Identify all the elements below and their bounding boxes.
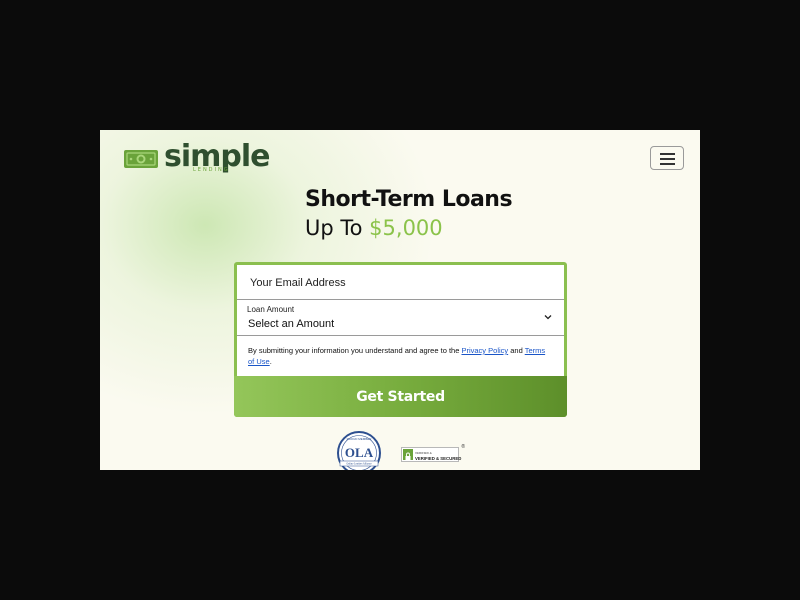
- ola-top-text: PROUD MEMBER: [347, 437, 373, 441]
- subtitle-prefix: Up To: [305, 216, 370, 240]
- terms-and-text: and: [508, 346, 525, 355]
- privacy-policy-link[interactable]: Privacy Policy: [461, 346, 508, 355]
- loan-amount-label: Loan Amount: [247, 305, 295, 314]
- ola-bottom-text: Online Lenders Alliance: [346, 463, 372, 466]
- email-field[interactable]: [248, 265, 552, 300]
- loan-form: Loan Amount Select an Amount By submitti…: [234, 262, 567, 417]
- lock-icon: [403, 449, 413, 460]
- simple-lending-logo[interactable]: simple LENDING: [123, 139, 271, 181]
- ola-text: OLA: [345, 445, 374, 460]
- loan-max-amount: $5,000: [369, 216, 443, 240]
- verified-label: VERIFIED & VERIFIED & SECURED: [415, 451, 461, 461]
- page-subtitle: Up To $5,000: [305, 216, 443, 240]
- get-started-button[interactable]: Get Started: [234, 376, 567, 417]
- registered-mark: ®: [461, 444, 465, 450]
- dollar-bill-icon: [124, 150, 158, 168]
- loan-amount-select[interactable]: Loan Amount Select an Amount: [237, 301, 564, 336]
- page-title: Short-Term Loans: [305, 187, 513, 212]
- hamburger-menu-icon-line: [660, 163, 675, 165]
- ola-member-badge[interactable]: PROUD MEMBER OLA Online Lenders Alliance: [336, 430, 382, 470]
- chevron-down-icon: [544, 315, 552, 320]
- loan-form-fields: Loan Amount Select an Amount By submitti…: [237, 265, 564, 376]
- hamburger-menu-button[interactable]: [650, 146, 684, 170]
- page-frame: simple LENDING Short-Term Loans Up To $5…: [100, 130, 700, 470]
- hamburger-menu-icon: [660, 153, 675, 155]
- terms-text: By submitting your information you under…: [248, 346, 462, 355]
- email-field-wrapper: [237, 265, 564, 300]
- loan-amount-value: Select an Amount: [248, 318, 335, 330]
- verified-secured-badge[interactable]: VERIFIED & VERIFIED & SECURED ®: [401, 444, 465, 464]
- terms-notice: By submitting your information you under…: [248, 345, 553, 367]
- hamburger-menu-icon-line: [660, 158, 675, 160]
- terms-end-text: .: [269, 357, 272, 366]
- verified-box: VERIFIED & VERIFIED & SECURED: [401, 447, 461, 462]
- verified-line-2: VERIFIED & SECURED: [415, 456, 462, 461]
- logo-tagline: LENDING: [193, 167, 230, 173]
